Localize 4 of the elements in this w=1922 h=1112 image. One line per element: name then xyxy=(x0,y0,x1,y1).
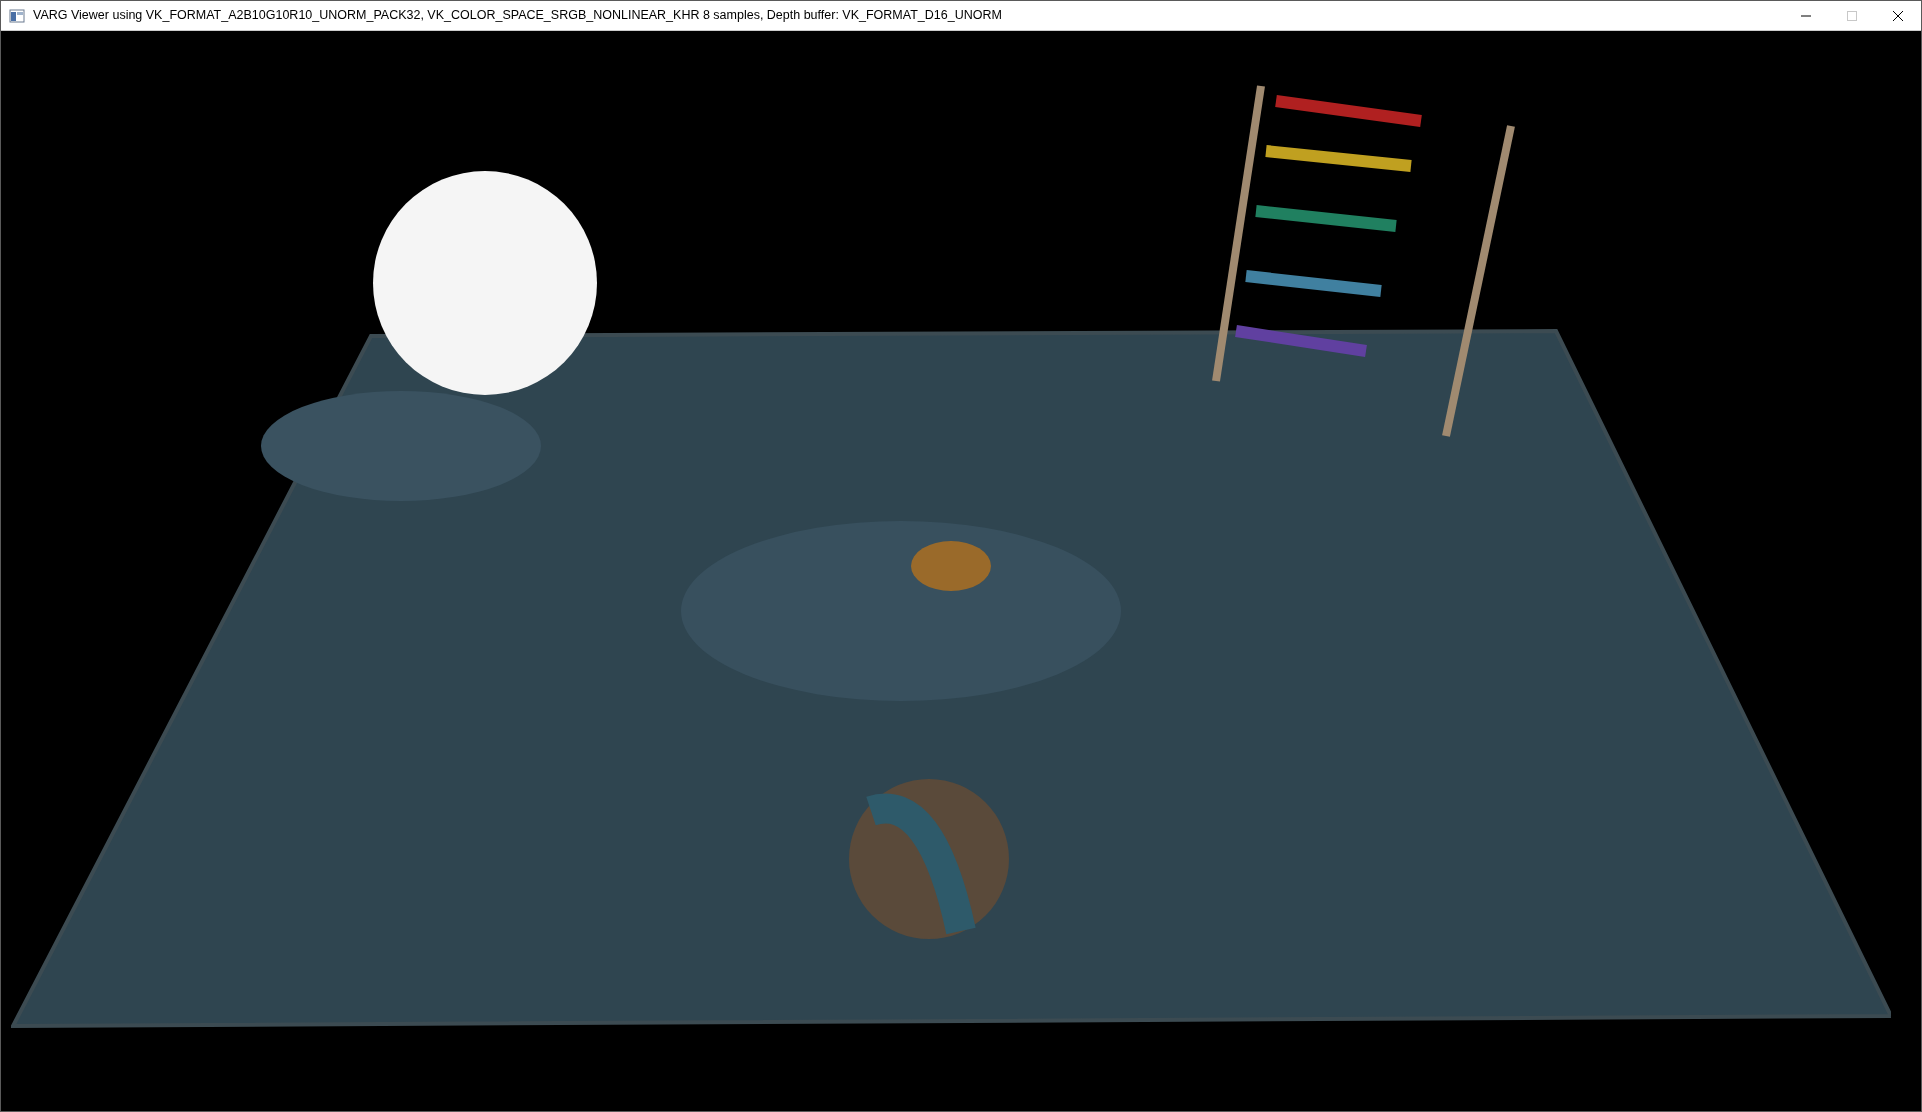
maximize-icon xyxy=(1847,10,1857,21)
window-title: VARG Viewer using VK_FORMAT_A2B10G10R10_UNORM_PACK32, VK_COLOR_SPACE_SRGB_NONLINEAR_KHR 8 samples, Depth buffer: VK_FORMAT_D16_UNORM xyxy=(33,7,1002,25)
close-icon xyxy=(1893,10,1903,21)
app-icon xyxy=(9,7,25,24)
